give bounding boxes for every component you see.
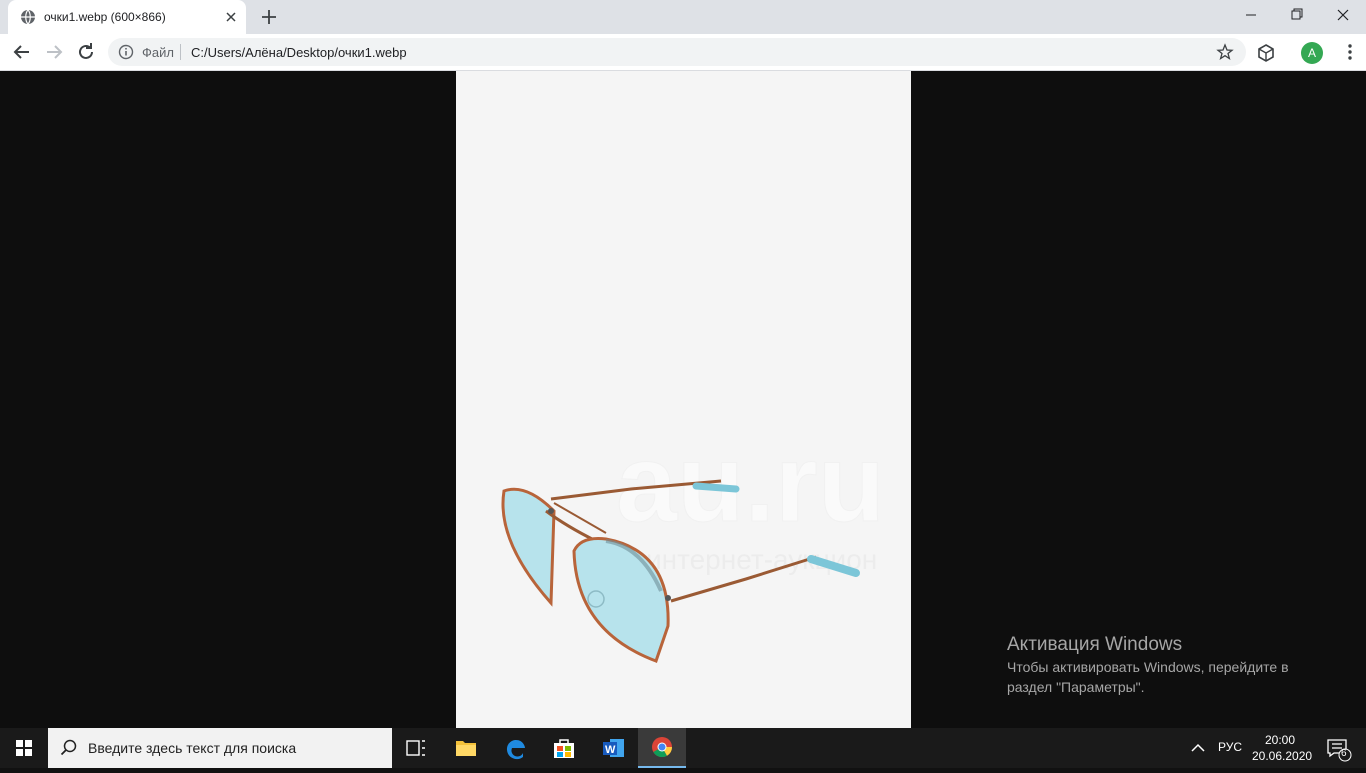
url-text[interactable]: C:/Users/Алёна/Desktop/очки1.webp [191,45,407,60]
chrome-taskbar-button[interactable] [638,728,686,768]
bookmark-star-icon[interactable] [1216,43,1234,61]
extension-icon[interactable] [1256,43,1276,63]
task-view-icon[interactable] [392,728,440,768]
windows-start-icon[interactable] [0,728,48,768]
restore-icon[interactable] [1274,0,1320,30]
close-tab-icon[interactable] [222,8,240,26]
svg-text:W: W [605,744,616,756]
search-placeholder: Введите здесь текст для поиска [88,740,297,756]
close-window-icon[interactable] [1320,0,1366,30]
omnibox-separator [180,44,181,60]
windows-taskbar: Введите здесь текст для поиска W РУС 20:… [0,728,1366,768]
activation-text: Чтобы активировать Windows, перейдите в … [1007,659,1289,695]
clock[interactable]: 20:00 20.06.2020 [1252,732,1313,764]
globe-icon [21,9,35,25]
word-icon[interactable]: W [590,728,638,768]
profile-avatar[interactable]: A [1301,42,1323,64]
image-viewer: au.ru интернет-аукцион Активация Windows… [0,71,1366,728]
show-hidden-icons-chevron-icon[interactable] [1178,728,1218,768]
activation-title: Активация Windows [1007,634,1183,655]
image-display[interactable]: au.ru интернет-аукцион [456,71,911,728]
clock-date: 20.06.2020 [1252,749,1313,763]
search-icon [60,739,77,756]
clock-time: 20:00 [1264,733,1296,747]
windows-activation-notice: Активация Windows Чтобы активировать Win… [1007,633,1327,697]
notifications-button[interactable]: 6 [1318,728,1358,768]
forward-icon[interactable] [42,40,66,64]
tab-title: очки1.webp (600×866) [44,10,166,24]
store-icon[interactable] [540,728,588,768]
minimize-icon[interactable] [1228,0,1274,30]
file-explorer-icon[interactable] [442,728,490,768]
action-center-icon [1327,739,1352,762]
tab-strip: очки1.webp (600×866) [0,0,1366,34]
chrome-icon [652,737,673,758]
info-icon[interactable] [118,44,134,60]
edge-icon[interactable] [492,728,540,768]
reload-icon[interactable] [74,40,98,64]
browser-tab[interactable]: очки1.webp (600×866) [8,0,246,34]
svg-text:au.ru: au.ru [616,422,885,545]
language-indicator[interactable]: РУС [1218,740,1242,754]
watermark: au.ru интернет-аукцион [616,422,886,576]
sunglasses-image: au.ru интернет-аукцион [501,422,886,663]
back-icon[interactable] [10,40,34,64]
more-menu-icon[interactable] [1340,42,1360,62]
taskbar-search[interactable]: Введите здесь текст для поиска [48,728,392,768]
address-bar[interactable]: Файл C:/Users/Алёна/Desktop/очки1.webp [108,38,1246,66]
new-tab-icon[interactable] [258,6,280,28]
scheme-label: Файл [142,45,174,60]
browser-toolbar: Файл C:/Users/Алёна/Desktop/очки1.webp A [0,34,1366,71]
notification-count: 6 [1341,748,1347,759]
